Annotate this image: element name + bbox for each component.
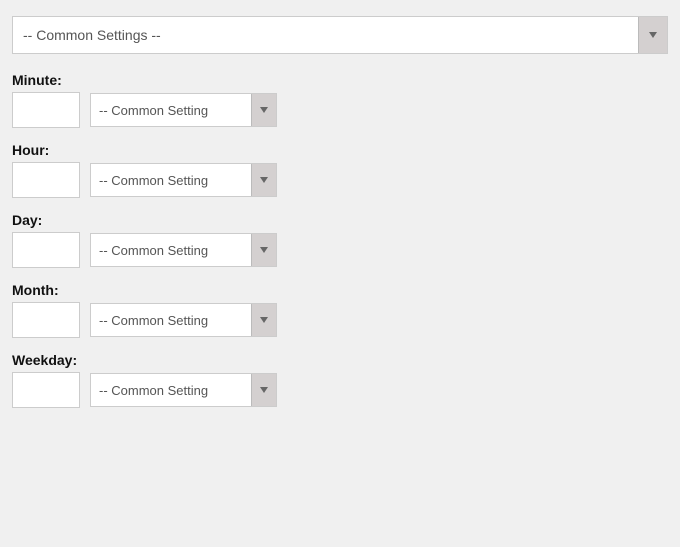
text-input-day[interactable]: [12, 232, 80, 268]
label-hour: Hour:: [12, 142, 668, 158]
text-input-month[interactable]: [12, 302, 80, 338]
field-group-month: Month: -- Common Setting: [12, 282, 668, 338]
select-wrapper-hour: -- Common Setting: [90, 163, 277, 197]
fields-container: Minute: -- Common Setting Hour: -- Common S…: [12, 72, 668, 408]
page-container: -- Common Settings -- Minute: -- Common S…: [12, 16, 668, 408]
label-weekday: Weekday:: [12, 352, 668, 368]
field-row-minute: -- Common Setting: [12, 92, 668, 128]
select-arrow-icon-day: [251, 234, 276, 266]
label-day: Day:: [12, 212, 668, 228]
select-hour[interactable]: -- Common Setting: [91, 167, 251, 194]
select-minute[interactable]: -- Common Setting: [91, 97, 251, 124]
field-row-hour: -- Common Setting: [12, 162, 668, 198]
field-row-month: -- Common Setting: [12, 302, 668, 338]
text-input-hour[interactable]: [12, 162, 80, 198]
text-input-weekday[interactable]: [12, 372, 80, 408]
top-select-wrapper: -- Common Settings --: [12, 16, 668, 54]
field-group-hour: Hour: -- Common Setting: [12, 142, 668, 198]
select-wrapper-day: -- Common Setting: [90, 233, 277, 267]
select-wrapper-minute: -- Common Setting: [90, 93, 277, 127]
top-select-arrow-icon: [638, 17, 667, 53]
select-arrow-icon-minute: [251, 94, 276, 126]
select-month[interactable]: -- Common Setting: [91, 307, 251, 334]
field-group-minute: Minute: -- Common Setting: [12, 72, 668, 128]
select-wrapper-month: -- Common Setting: [90, 303, 277, 337]
label-month: Month:: [12, 282, 668, 298]
select-arrow-icon-month: [251, 304, 276, 336]
select-day[interactable]: -- Common Setting: [91, 237, 251, 264]
select-arrow-icon-hour: [251, 164, 276, 196]
text-input-minute[interactable]: [12, 92, 80, 128]
label-minute: Minute:: [12, 72, 668, 88]
top-select[interactable]: -- Common Settings --: [13, 19, 638, 51]
field-group-weekday: Weekday: -- Common Setting: [12, 352, 668, 408]
field-row-weekday: -- Common Setting: [12, 372, 668, 408]
select-wrapper-weekday: -- Common Setting: [90, 373, 277, 407]
select-weekday[interactable]: -- Common Setting: [91, 377, 251, 404]
field-row-day: -- Common Setting: [12, 232, 668, 268]
field-group-day: Day: -- Common Setting: [12, 212, 668, 268]
select-arrow-icon-weekday: [251, 374, 276, 406]
